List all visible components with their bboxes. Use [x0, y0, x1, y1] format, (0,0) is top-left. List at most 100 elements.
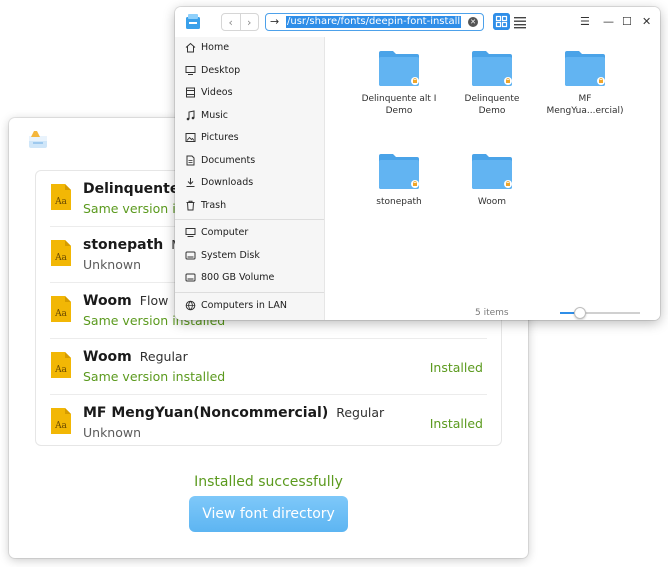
sidebar-item-computer[interactable]: Computer [175, 222, 324, 245]
locked-folder-icon [472, 51, 512, 86]
list-view-button[interactable] [513, 13, 527, 30]
sidebar-item-music[interactable]: Music [175, 105, 324, 128]
documents-icon [186, 155, 195, 165]
folder-item[interactable]: Woom [445, 152, 539, 208]
navigation-buttons: ‹ › [221, 13, 259, 31]
svg-text:Aa: Aa [54, 253, 67, 263]
locked-folder-icon [379, 154, 419, 189]
font-style: Flow [139, 293, 169, 308]
sidebar-item-label: Home [201, 42, 230, 53]
svg-text:Aa: Aa [54, 197, 67, 207]
svg-text:Aa: Aa [54, 309, 67, 319]
sidebar-item-videos[interactable]: Videos [175, 82, 324, 105]
file-manager-window: ‹ › → /usr/share/fonts/deepin-font-insta… [175, 7, 660, 320]
screen: Aa Delinquente l Same version installed … [0, 0, 668, 567]
address-bar[interactable]: → /usr/share/fonts/deepin-font-install ✕ [265, 13, 484, 31]
maximize-icon[interactable]: ☐ [622, 15, 632, 28]
svg-text:Aa: Aa [54, 421, 67, 431]
font-status: Unknown [83, 425, 142, 440]
downloads-icon [186, 178, 195, 187]
sidebar-item-label: Desktop [201, 64, 241, 76]
sidebar-item-trash[interactable]: Trash [175, 195, 324, 218]
folder-item[interactable]: MF MengYua...ercial) [538, 49, 632, 117]
sidebar-item-800gb-volume[interactable]: 800 GB Volume [175, 267, 324, 290]
zoom-slider[interactable] [560, 307, 640, 319]
sidebar-item-label: Computers in LAN [201, 299, 287, 311]
font-name: Woom Flow [83, 293, 169, 309]
folder-name: stonepath [376, 197, 422, 207]
sidebar-item-label: Computer [201, 227, 249, 238]
folder-name: Delinquente alt I Demo [361, 94, 437, 116]
pictures-icon [185, 133, 196, 142]
font-file-icon: Aa [51, 352, 71, 378]
icon-view-button[interactable] [493, 13, 510, 30]
desktop-icon [185, 65, 196, 75]
font-installer-logo-icon [29, 131, 47, 148]
sidebar-item-label: Pictures [201, 132, 239, 143]
clear-address-icon[interactable]: ✕ [468, 17, 478, 27]
sidebar-item-pictures[interactable]: Pictures [175, 127, 324, 150]
sidebar-divider [175, 291, 324, 293]
sidebar-item-label: System Disk [201, 249, 260, 261]
font-install-state: Installed [429, 360, 483, 375]
address-input[interactable]: /usr/share/fonts/deepin-font-install [286, 16, 462, 28]
sidebar-item-home[interactable]: Home [175, 37, 324, 60]
locked-folder-icon [472, 154, 512, 189]
disk-icon [185, 273, 196, 282]
back-button[interactable]: ‹ [222, 14, 240, 30]
font-row: Aa MF MengYuan(Noncommercial) Regular Unk… [50, 395, 487, 451]
menu-icon[interactable]: ☰ [580, 15, 590, 28]
trash-icon [186, 200, 195, 210]
sidebar-item-desktop[interactable]: Desktop [175, 60, 324, 83]
font-status: Unknown [83, 257, 142, 272]
folder-name: Delinquente Demo [464, 94, 520, 116]
svg-text:Aa: Aa [54, 365, 67, 375]
music-icon [186, 109, 195, 120]
minimize-icon[interactable]: — [603, 15, 614, 28]
font-file-icon: Aa [51, 408, 71, 434]
folder-item[interactable]: Delinquente alt I Demo [352, 49, 446, 117]
sidebar-item-label: Downloads [201, 177, 254, 188]
font-name: stonepathMe [83, 237, 190, 253]
zoom-slider-handle[interactable] [574, 307, 586, 319]
videos-icon [186, 87, 195, 98]
view-font-directory-button[interactable]: View font directory [189, 496, 348, 532]
install-success-message: Installed successfully [194, 474, 343, 490]
sidebar-item-system-disk[interactable]: System Disk [175, 245, 324, 268]
font-style: Regular [336, 405, 385, 420]
sidebar-item-label: 800 GB Volume [201, 272, 275, 283]
close-icon[interactable]: ✕ [642, 15, 651, 28]
font-name: Woom Regular [83, 349, 188, 365]
folder-item[interactable]: stonepath [352, 152, 446, 208]
sidebar-item-computers-in-lan[interactable]: Computers in LAN [175, 295, 324, 318]
item-count: 5 items [475, 308, 509, 318]
font-name: MF MengYuan(Noncommercial) Regular [83, 405, 385, 421]
sidebar-item-label: Videos [201, 87, 233, 98]
font-style: Regular [139, 349, 188, 364]
locked-folder-icon [565, 51, 605, 86]
forward-button[interactable]: › [239, 14, 259, 30]
title-bar: ‹ › → /usr/share/fonts/deepin-font-insta… [175, 7, 660, 37]
computer-icon [185, 228, 196, 237]
sidebar-item-label: Music [201, 109, 229, 121]
font-file-icon: Aa [51, 240, 71, 266]
network-icon [185, 300, 196, 310]
font-status: Same version installed [83, 369, 226, 384]
sidebar-item-label: Trash [201, 199, 227, 211]
file-view: Delinquente alt IDemo DelinquenteDemo [325, 37, 660, 320]
go-arrow-icon[interactable]: → [270, 14, 279, 30]
sidebar-divider [175, 219, 324, 220]
disk-icon [185, 251, 196, 259]
font-file-icon: Aa [51, 184, 71, 210]
sidebar-item-label: Documents [201, 154, 256, 166]
sidebar: Home Desktop Videos Music Pictures Docum… [175, 37, 325, 320]
font-install-state: Installed [429, 416, 483, 431]
folder-name: MF MengYua...ercial) [546, 94, 624, 116]
file-manager-app-icon [186, 14, 200, 29]
folder-item[interactable]: Delinquente Demo [445, 49, 539, 117]
home-icon [185, 42, 196, 53]
sidebar-item-downloads[interactable]: Downloads [175, 172, 324, 195]
locked-folder-icon [379, 51, 419, 86]
sidebar-item-documents[interactable]: Documents [175, 150, 324, 173]
font-row: Aa Woom Regular Same version installed In… [50, 339, 487, 395]
